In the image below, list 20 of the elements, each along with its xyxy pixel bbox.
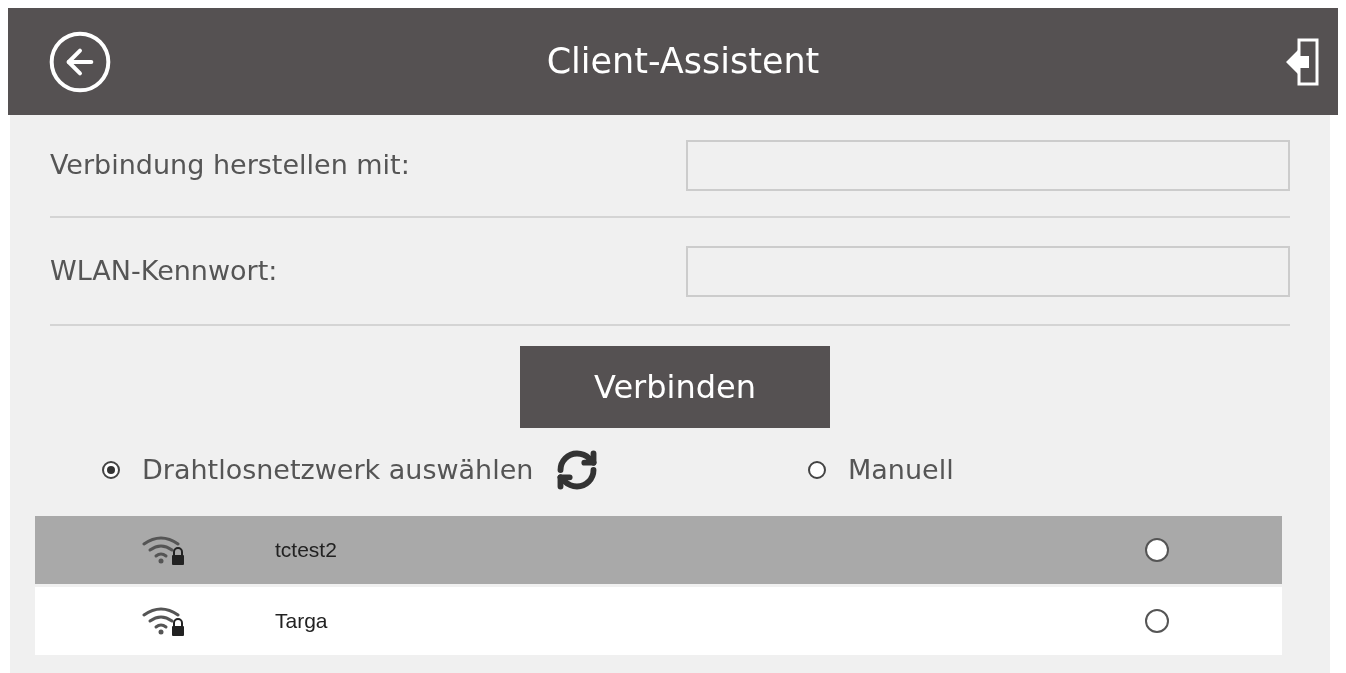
network-name: Targa [275,608,329,635]
radio-button[interactable] [1145,609,1169,633]
radio-button[interactable] [102,461,120,479]
window-title: Client-Assistent [546,40,820,84]
exit-door-icon[interactable] [1284,36,1320,87]
refresh-icon[interactable] [555,448,600,492]
field-label: Verbindung herstellen mit: [50,148,410,183]
field-label: WLAN-Kennwort: [50,253,278,288]
input-field[interactable] [686,245,1290,297]
network-row[interactable]: Targa [35,587,1282,655]
option-label[interactable]: Manuell [848,449,954,491]
input-field[interactable] [686,140,1290,191]
radio-button[interactable] [808,461,826,479]
option-label[interactable]: Drahtlosnetzwerk auswählen [142,449,534,491]
radio-button[interactable] [1145,538,1169,562]
wifi-lock-icon [141,606,187,636]
wifi-lock-icon [141,535,187,565]
network-row[interactable]: tctest2 [35,516,1282,584]
connect-button[interactable]: Verbinden [520,346,830,428]
network-name: tctest2 [275,537,338,564]
